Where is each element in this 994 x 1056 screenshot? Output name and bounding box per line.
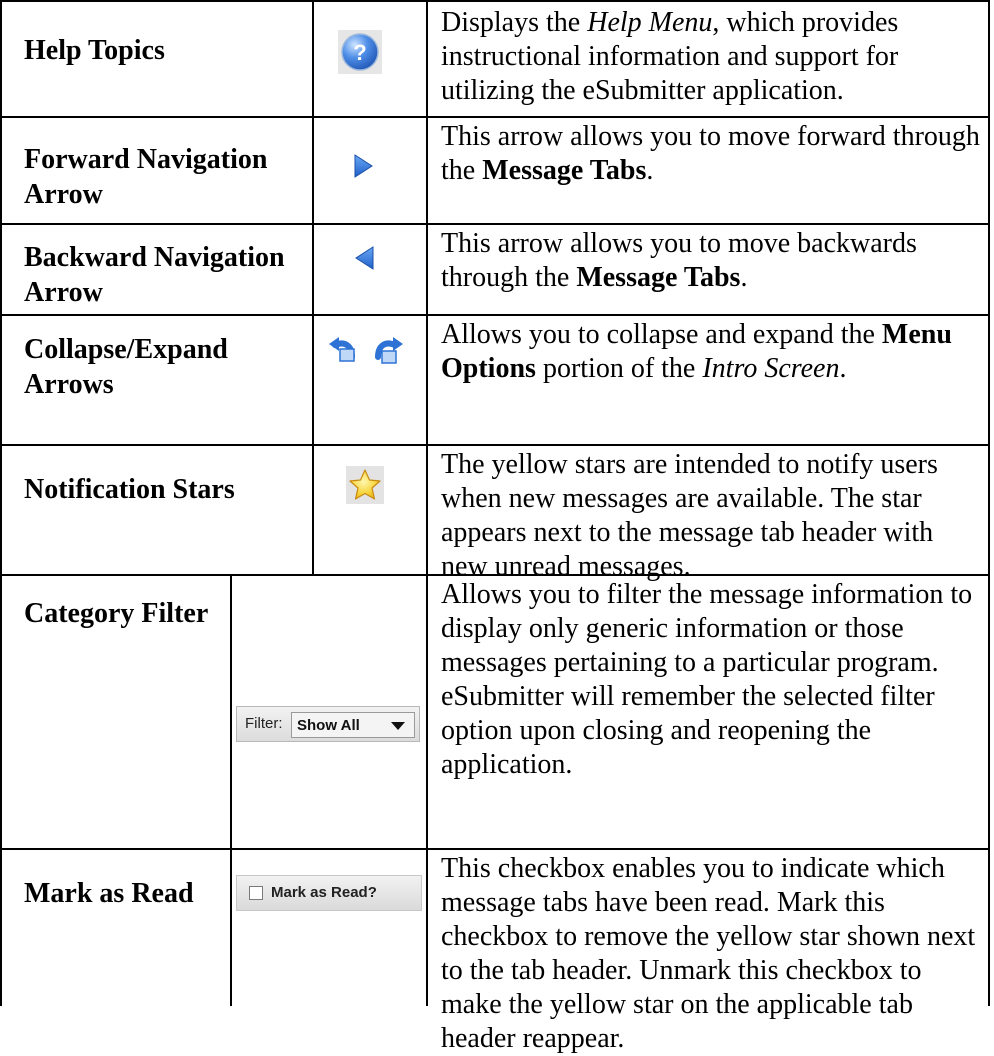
desc-category-filter: Allows you to filter the message informa… xyxy=(441,578,981,782)
table-border-right xyxy=(988,0,990,1006)
filter-select[interactable]: Show All xyxy=(291,712,415,738)
desc-bold-term: Message Tabs xyxy=(482,155,647,186)
star-icon xyxy=(346,466,384,509)
collapse-expand-arrows-icon xyxy=(326,333,406,372)
category-filter-dropdown[interactable]: Filter: Show All xyxy=(236,706,420,742)
desc-mark-as-read: This checkbox enables you to indicate wh… xyxy=(441,852,981,1056)
desc-text: This checkbox enables you to indicate wh… xyxy=(441,853,976,1054)
row-divider xyxy=(0,444,990,446)
desc-backward-navigation-arrow: This arrow allows you to move backwards … xyxy=(441,227,981,295)
mark-as-read-label: Mark as Read? xyxy=(271,884,377,901)
row-divider xyxy=(0,848,990,850)
desc-text: Allows you to collapse and expand the xyxy=(441,319,882,350)
term-collapse-expand-arrows: Collapse/Expand Arrows xyxy=(24,334,228,400)
filter-selected-value: Show All xyxy=(297,717,360,734)
term-backward-navigation-arrow: Backward Navigation Arrow xyxy=(24,242,285,308)
mark-as-read-checkbox-control[interactable]: Mark as Read? xyxy=(236,875,422,911)
desc-text: portion of the xyxy=(535,353,703,384)
term-notification-stars: Notification Stars xyxy=(24,474,235,505)
table-border-left xyxy=(0,0,2,1006)
desc-italic-term: Intro Screen xyxy=(702,353,840,384)
desc-text: Displays the xyxy=(441,7,588,38)
svg-text:?: ? xyxy=(353,40,366,65)
column-divider xyxy=(230,574,232,1006)
desc-text: . xyxy=(839,353,847,384)
term-mark-as-read: Mark as Read xyxy=(24,878,194,909)
term-help-topics: Help Topics xyxy=(24,35,165,66)
desc-collapse-expand-arrows: Allows you to collapse and expand the Me… xyxy=(441,318,981,386)
column-divider xyxy=(312,0,314,576)
column-divider xyxy=(426,0,428,1006)
row-divider xyxy=(0,223,990,225)
desc-text: The yellow stars are intended to notify … xyxy=(441,449,938,582)
backward-arrow-icon xyxy=(355,246,375,275)
table-border-top xyxy=(0,0,990,2)
desc-text: Allows you to filter the message informa… xyxy=(441,579,973,780)
row-divider xyxy=(0,314,990,316)
desc-notification-stars: The yellow stars are intended to notify … xyxy=(441,448,981,584)
desc-forward-navigation-arrow: This arrow allows you to move forward th… xyxy=(441,120,981,188)
help-reference-table: Help Topics ? Displays the Help Menu, wh… xyxy=(0,0,994,1054)
desc-text: . xyxy=(740,262,748,293)
desc-help-topics: Displays the Help Menu, which provides i… xyxy=(441,6,981,108)
desc-bold-term: Message Tabs xyxy=(576,262,741,293)
filter-label: Filter: xyxy=(245,715,283,732)
desc-text: . xyxy=(646,155,654,186)
desc-italic-term: Help Menu xyxy=(587,7,713,38)
chevron-down-icon[interactable] xyxy=(391,722,405,730)
mark-as-read-checkbox[interactable] xyxy=(249,886,263,900)
term-category-filter: Category Filter xyxy=(24,598,209,629)
help-question-icon: ? xyxy=(338,30,382,79)
term-forward-navigation-arrow: Forward Navigation Arrow xyxy=(24,144,268,210)
row-divider xyxy=(0,116,990,118)
forward-arrow-icon xyxy=(353,154,373,183)
